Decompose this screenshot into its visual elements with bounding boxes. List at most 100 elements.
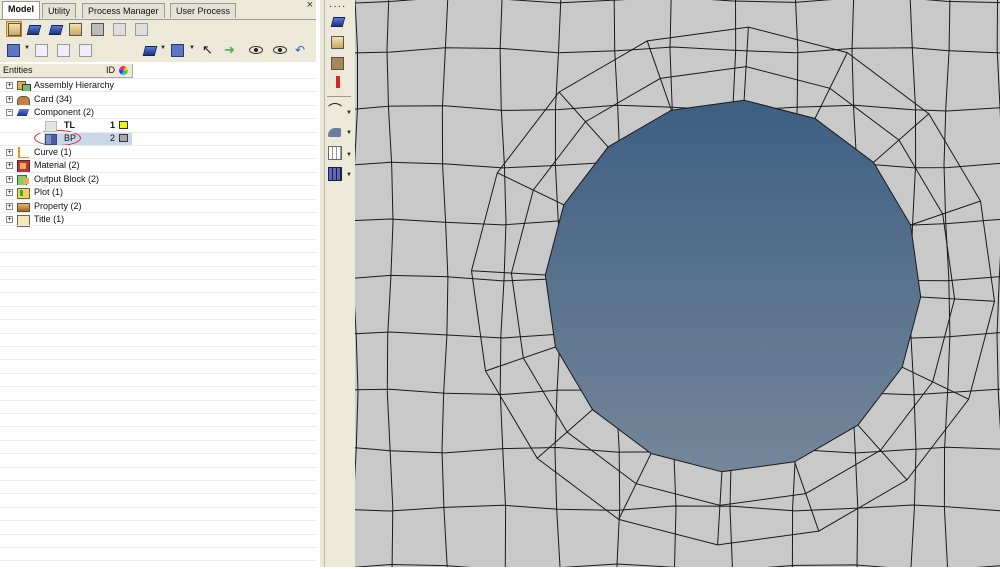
component-icon <box>16 107 30 118</box>
expand-icon[interactable]: + <box>6 82 13 89</box>
close-panel-button[interactable]: × <box>307 0 313 11</box>
tree-row-divider <box>0 400 316 401</box>
element-display-icon[interactable] <box>170 43 186 59</box>
card-icon <box>17 94 30 106</box>
surface-tool-icon[interactable] <box>328 125 344 141</box>
tree-item-label: Material (2) <box>34 160 80 170</box>
cursor-icon[interactable]: ↖ <box>202 43 218 59</box>
id-column-header[interactable]: ID <box>106 65 115 75</box>
isolate-icon[interactable]: ➜ <box>224 43 240 59</box>
component-view-icon[interactable] <box>48 22 64 38</box>
tab-model[interactable]: Model <box>2 1 40 19</box>
material-view-icon[interactable] <box>90 22 106 38</box>
tree-row-divider <box>0 426 316 427</box>
utility-view-icon[interactable] <box>134 22 150 38</box>
tree-item-component-tl[interactable]: TL 1 <box>0 119 316 132</box>
browser-toolbar-2: ▼ ▼ ▼ ↖ ➜ ↶ <box>0 40 316 62</box>
tab-utility[interactable]: Utility <box>42 3 76 18</box>
tree-row-divider <box>0 467 316 468</box>
component-color-swatch[interactable] <box>119 121 128 129</box>
tree-row-divider <box>0 78 316 79</box>
tree-row-divider <box>0 172 316 173</box>
fe-mesh-view[interactable] <box>351 0 1000 569</box>
tree-row-divider <box>0 373 316 374</box>
tree-row-divider <box>0 266 316 267</box>
tree-row-divider <box>0 413 316 414</box>
mesh-tool-icon[interactable] <box>328 167 344 183</box>
plot-icon <box>17 187 30 199</box>
tree-row-divider <box>0 118 316 119</box>
toolbar-grip[interactable]: ···· <box>329 1 346 12</box>
chevron-down-icon[interactable]: ▼ <box>24 45 30 51</box>
title-icon <box>17 214 30 227</box>
load-icon[interactable] <box>330 76 346 92</box>
display-mode-icon[interactable] <box>6 43 22 59</box>
tab-bar: Model Utility Process Manager User Proce… <box>0 0 316 20</box>
tab-process-manager[interactable]: Process Manager <box>82 3 165 18</box>
curve-tool-icon[interactable]: ⌒ <box>328 103 344 119</box>
tree-row-divider <box>0 480 316 481</box>
expand-icon[interactable]: + <box>6 96 13 103</box>
model-browser-panel: Model Utility Process Manager User Proce… <box>0 0 321 567</box>
tab-user-process[interactable]: User Process <box>170 3 237 18</box>
expand-icon[interactable]: + <box>6 149 13 156</box>
browser-toolbar-1 <box>0 20 316 40</box>
chevron-down-icon[interactable]: ▼ <box>160 45 166 51</box>
chevron-down-icon[interactable]: ▼ <box>189 45 195 51</box>
tree-row-divider <box>0 279 316 280</box>
component-icon[interactable] <box>330 14 346 30</box>
include-view-icon[interactable] <box>68 22 84 38</box>
tree-row-divider <box>0 359 316 360</box>
output-block-icon <box>17 174 29 186</box>
tree-row-divider <box>0 105 316 106</box>
tree-row-divider <box>0 440 316 441</box>
chevron-down-icon[interactable]: ▼ <box>346 172 352 178</box>
component-item-icon <box>45 133 57 145</box>
solver-view-icon[interactable] <box>112 22 128 38</box>
tree-row-divider <box>0 199 316 200</box>
expand-icon[interactable]: + <box>6 203 13 210</box>
expand-icon[interactable]: + <box>6 216 13 223</box>
tree-row-divider <box>0 91 316 92</box>
show-hide-eye-icon[interactable] <box>248 42 264 58</box>
title-icon[interactable] <box>330 35 346 51</box>
tree-item-material[interactable]: + Material (2) <box>0 159 316 173</box>
tree-row-divider <box>0 520 316 521</box>
material-icon[interactable] <box>330 56 346 72</box>
chevron-down-icon[interactable]: ▼ <box>346 130 352 136</box>
entity-list-header: Entities ID <box>0 64 133 78</box>
tree-row-divider <box>0 547 316 548</box>
entities-column-header[interactable]: Entities <box>3 65 33 75</box>
tree-item-label: BP <box>64 133 77 143</box>
tree-row-divider <box>0 292 316 293</box>
vertical-toolbar: ···· ⌒ ▼ ▼ ▼ ▼ <box>325 0 356 567</box>
model-view-icon[interactable] <box>6 21 22 37</box>
expand-icon[interactable]: + <box>6 189 13 196</box>
material-icon <box>17 160 30 173</box>
expand-all-icon[interactable] <box>34 43 50 59</box>
component-id: 2 <box>110 133 116 143</box>
tree-row-divider <box>0 158 316 159</box>
undo-icon[interactable]: ↶ <box>295 43 311 59</box>
tree-item-plot[interactable]: + Plot (1) <box>0 186 316 199</box>
graphics-viewport[interactable] <box>351 0 1000 569</box>
assembly-view-icon[interactable] <box>26 22 42 38</box>
tree-row-divider <box>0 507 316 508</box>
chevron-down-icon[interactable]: ▼ <box>346 152 352 158</box>
component-color-swatch[interactable] <box>119 134 128 142</box>
collapse-all-icon[interactable] <box>56 43 72 59</box>
hole-region[interactable] <box>544 99 922 473</box>
sort-icon[interactable] <box>78 43 94 59</box>
solid-tool-icon[interactable] <box>328 146 344 162</box>
expand-icon[interactable]: + <box>6 176 13 183</box>
reverse-eye-icon[interactable] <box>272 42 288 58</box>
tree-item-component-bp[interactable]: BP 2 <box>0 132 316 145</box>
tree-row-divider <box>0 306 316 307</box>
color-wheel-icon[interactable] <box>119 66 128 75</box>
tree-row-divider <box>0 132 316 133</box>
collapse-icon[interactable]: − <box>6 109 13 116</box>
expand-icon[interactable]: + <box>6 162 13 169</box>
chevron-down-icon[interactable]: ▼ <box>346 110 352 116</box>
tree-item-label: TL <box>64 120 75 130</box>
show-component-icon[interactable] <box>142 43 158 59</box>
